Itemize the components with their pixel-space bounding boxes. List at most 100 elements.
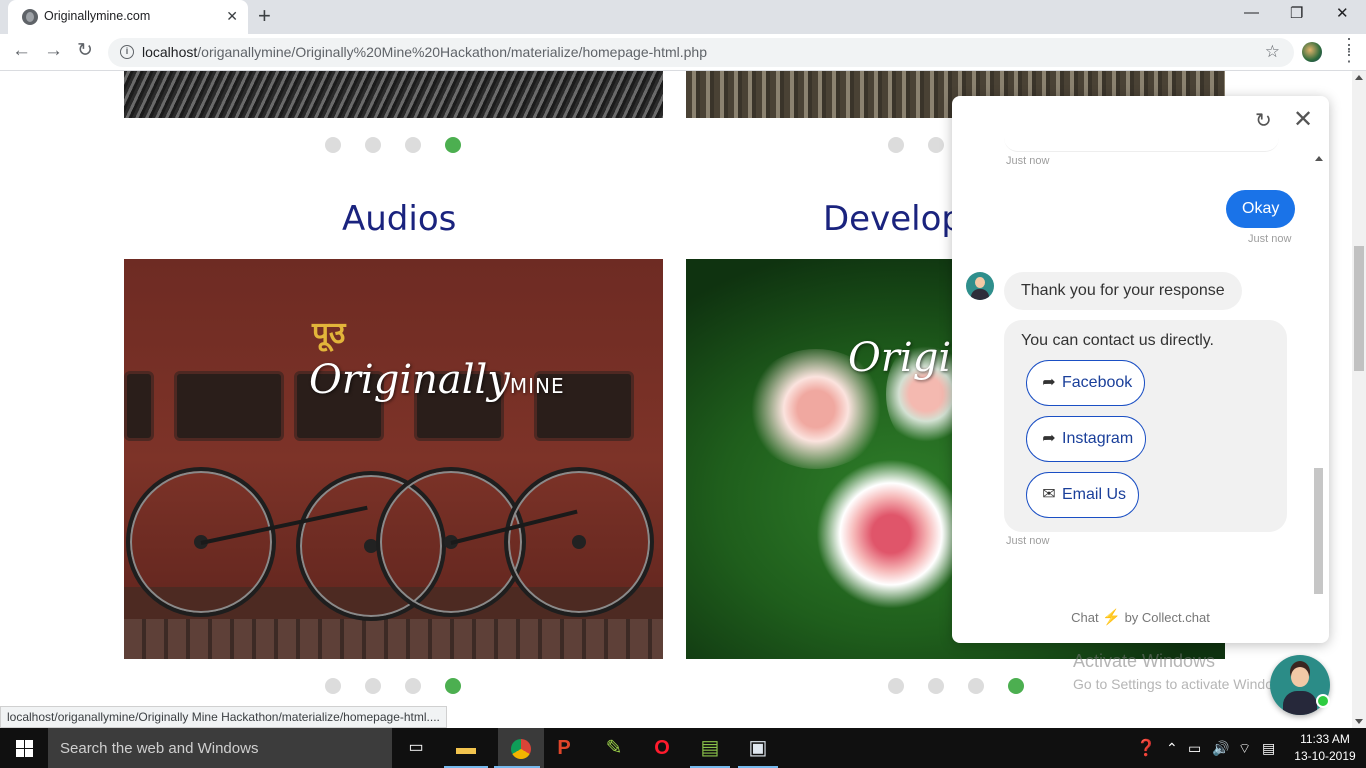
close-window-button[interactable]: ✕ <box>1336 4 1349 22</box>
opera-icon[interactable]: O <box>648 734 676 762</box>
footer-prefix: Chat <box>1071 610 1099 625</box>
chat-scroll-thumb[interactable] <box>1314 468 1323 594</box>
paint-icon[interactable]: ✎ <box>600 734 628 762</box>
image-top-left <box>124 71 663 118</box>
address-bar[interactable]: i localhost/origanallymine/Originally%20… <box>108 38 1294 67</box>
watermark-text: Originally <box>309 357 510 403</box>
activate-subtitle: Go to Settings to activate Windo <box>1073 676 1273 692</box>
watermark-logo: OriginallyMINE <box>309 357 565 403</box>
chrome-icon[interactable] <box>498 728 544 768</box>
taskbar-search[interactable]: Search the web and Windows <box>48 728 392 768</box>
browser-toolbar: ← → ↻ i localhost/origanallymine/Origina… <box>0 34 1366 71</box>
clock-time: 11:33 AM <box>1300 732 1350 746</box>
tab-strip: Originallymine.com ✕ + — ❐ ✕ <box>0 0 1366 34</box>
share-icon: ➦ <box>1042 374 1056 391</box>
message-timestamp: Just now <box>1006 155 1050 167</box>
scroll-down-arrow-icon[interactable] <box>1355 719 1363 724</box>
email-label: Email Us <box>1062 486 1127 503</box>
facebook-label: Facebook <box>1062 374 1133 391</box>
browser-tab[interactable]: Originallymine.com ✕ <box>8 0 248 34</box>
start-button[interactable] <box>0 728 48 768</box>
forward-arrow-icon[interactable]: → <box>44 40 63 62</box>
url-text: localhost/origanallymine/Originally%20Mi… <box>142 44 707 60</box>
share-icon: ➦ <box>1042 430 1056 447</box>
restore-button[interactable]: ❐ <box>1290 4 1303 22</box>
activate-windows-watermark: Activate Windows Go to Settings to activ… <box>1073 651 1273 692</box>
train-sign: पूउ <box>312 317 346 350</box>
carousel-dot[interactable] <box>405 678 421 694</box>
tab-close-icon[interactable]: ✕ <box>226 7 238 25</box>
chat-scroll-up-icon[interactable] <box>1315 156 1323 161</box>
file-explorer-icon[interactable]: ▬ <box>452 734 480 762</box>
notifications-icon[interactable]: ▤ <box>1262 740 1275 757</box>
windows-logo-icon <box>25 749 33 757</box>
system-clock[interactable]: 11:33 AM 13-10-2019 <box>1290 731 1360 765</box>
scroll-thumb[interactable] <box>1354 246 1364 371</box>
chat-widget: ↻ ✕ Just now Okay Just now Thank you for… <box>952 96 1329 643</box>
carousel-dot[interactable] <box>928 678 944 694</box>
info-icon[interactable]: i <box>120 45 134 59</box>
bot-message-bubble: Thank you for your response <box>1004 272 1242 310</box>
carousel-dot[interactable] <box>325 678 341 694</box>
document-app-icon[interactable]: ▣ <box>744 734 772 762</box>
new-tab-button[interactable]: + <box>258 4 271 28</box>
minimize-button[interactable]: — <box>1244 4 1259 21</box>
chart-app-icon[interactable]: ▤ <box>696 734 724 762</box>
tab-title: Originallymine.com <box>44 9 151 23</box>
bot-contact-card: You can contact us directly. ➦ Facebook ➦… <box>1004 320 1287 532</box>
wifi-icon[interactable]: ⌔ <box>1238 740 1251 758</box>
message-timestamp: Just now <box>1248 233 1292 245</box>
url-host: localhost <box>142 44 198 60</box>
carousel-dot[interactable] <box>325 137 341 153</box>
watermark-logo: Origi <box>848 335 952 381</box>
page-scrollbar[interactable] <box>1352 71 1366 728</box>
bicycle-wheel <box>504 467 654 617</box>
chat-footer[interactable]: Chat ⚡ by Collect.chat <box>952 608 1329 626</box>
carousel-dot[interactable] <box>888 678 904 694</box>
message-timestamp: Just now <box>1006 535 1050 547</box>
globe-icon <box>22 9 38 25</box>
carousel-dot[interactable] <box>928 137 944 153</box>
chat-scrollbar[interactable] <box>1313 154 1323 594</box>
volume-icon[interactable]: 🔊 <box>1212 740 1229 757</box>
bookmark-star-icon[interactable]: ☆ <box>1265 42 1280 62</box>
section-title-audios: Audios <box>342 199 457 239</box>
url-path: /origanallymine/Originally%20Mine%20Hack… <box>197 44 707 60</box>
task-view-icon[interactable]: ▭ <box>402 734 430 762</box>
carousel-dot-active[interactable] <box>1008 678 1024 694</box>
carousel-dot[interactable] <box>888 137 904 153</box>
facebook-link-button[interactable]: ➦ Facebook <box>1026 360 1146 406</box>
carousel-dot[interactable] <box>405 137 421 153</box>
bot-avatar <box>966 272 994 300</box>
previous-message-bubble <box>1004 126 1279 152</box>
carousel-dot[interactable] <box>968 678 984 694</box>
email-link-button[interactable]: ✉ Email Us <box>1026 472 1140 518</box>
chevron-up-icon[interactable]: ⌃ <box>1166 740 1178 757</box>
back-arrow-icon[interactable]: ← <box>12 40 31 62</box>
help-icon[interactable]: ❓ <box>1136 738 1156 758</box>
carousel-dot[interactable] <box>365 137 381 153</box>
instagram-link-button[interactable]: ➦ Instagram <box>1026 416 1147 462</box>
audios-image[interactable]: पूउ OriginallyMINE <box>124 259 663 659</box>
carousel-dot-active[interactable] <box>445 678 461 694</box>
watermark-sub: MINE <box>509 374 565 398</box>
battery-icon[interactable]: ▭ <box>1188 740 1201 757</box>
profile-avatar[interactable] <box>1302 42 1322 62</box>
link-status-bubble: localhost/origanallymine/Originally Mine… <box>0 706 447 728</box>
lightning-icon: ⚡ <box>1102 609 1121 626</box>
close-icon[interactable]: ✕ <box>1293 108 1313 132</box>
browser-menu-icon[interactable]: ⋮⋮ <box>1340 36 1358 64</box>
windows-logo-icon <box>16 740 24 748</box>
reload-icon[interactable]: ↻ <box>77 40 93 62</box>
online-status-dot <box>1316 694 1330 708</box>
postman-icon[interactable]: P <box>550 734 578 762</box>
activate-title: Activate Windows <box>1073 651 1216 671</box>
clock-date: 13-10-2019 <box>1294 749 1356 763</box>
carousel-dot-active[interactable] <box>445 137 461 153</box>
carousel-dot[interactable] <box>365 678 381 694</box>
taskbar: Search the web and Windows ▭ ▬ P ✎ O ▤ ▣… <box>0 728 1366 768</box>
scroll-up-arrow-icon[interactable] <box>1355 75 1363 80</box>
rail-track <box>124 619 663 659</box>
train-window <box>124 371 154 441</box>
windows-logo-icon <box>16 749 24 757</box>
